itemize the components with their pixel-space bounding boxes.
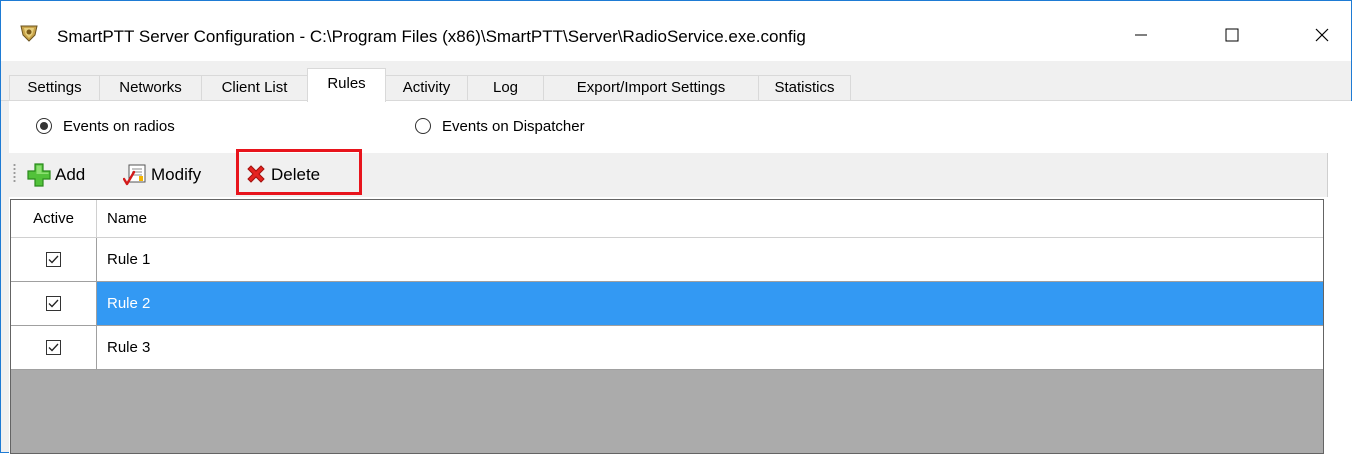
active-cell[interactable] xyxy=(11,326,97,369)
events-on-dispatcher-label: Events on Dispatcher xyxy=(442,117,585,135)
active-checkbox[interactable] xyxy=(46,252,61,267)
tab-strip: Settings Networks Client List Rules Acti… xyxy=(1,63,1351,102)
edit-list-icon xyxy=(123,164,146,186)
table-row[interactable]: Rule 2 xyxy=(11,282,1323,326)
tab-export-import-settings[interactable]: Export/Import Settings xyxy=(543,75,759,101)
title-bar[interactable]: SmartPTT Server Configuration - C:\Progr… xyxy=(1,1,1351,61)
green-plus-icon xyxy=(27,163,51,187)
delete-button-label: Delete xyxy=(271,165,321,184)
modify-button[interactable]: Modify xyxy=(123,161,201,189)
tab-activity[interactable]: Activity xyxy=(385,75,468,101)
rules-grid[interactable]: Active Name Rule 1 Rule 2 Rule 3 xyxy=(10,199,1324,454)
add-button[interactable]: Add xyxy=(27,161,85,189)
toolbar-grip-icon[interactable] xyxy=(13,163,16,183)
radio-button-selected[interactable] xyxy=(36,118,52,134)
tab-log[interactable]: Log xyxy=(467,75,544,101)
rules-toolbar: Add Modify Delete xyxy=(9,153,1328,197)
events-on-radios-label: Events on radios xyxy=(63,117,175,135)
red-x-icon xyxy=(247,165,265,183)
active-checkbox[interactable] xyxy=(46,340,61,355)
checkmark-icon xyxy=(48,343,59,352)
tab-networks[interactable]: Networks xyxy=(99,75,202,101)
delete-button[interactable]: Delete xyxy=(245,161,320,189)
tab-settings[interactable]: Settings xyxy=(9,75,100,101)
column-header-name[interactable]: Name xyxy=(97,200,147,238)
tab-statistics[interactable]: Statistics xyxy=(758,75,851,101)
app-window: SmartPTT Server Configuration - C:\Progr… xyxy=(0,0,1353,454)
modify-button-label: Modify xyxy=(151,165,202,184)
rule-name-cell[interactable]: Rule 2 xyxy=(97,282,1323,325)
checkmark-icon xyxy=(48,255,59,264)
checkmark-icon xyxy=(48,299,59,308)
events-on-radios-option[interactable]: Events on radios xyxy=(36,115,175,137)
events-on-dispatcher-option[interactable]: Events on Dispatcher xyxy=(415,115,585,137)
window-title: SmartPTT Server Configuration - C:\Progr… xyxy=(57,27,806,46)
active-cell[interactable] xyxy=(11,238,97,281)
tab-client-list[interactable]: Client List xyxy=(201,75,308,101)
radio-button-unselected[interactable] xyxy=(415,118,431,134)
rule-name-cell[interactable]: Rule 1 xyxy=(97,238,1323,281)
add-button-label: Add xyxy=(55,165,86,184)
column-header-active[interactable]: Active xyxy=(11,200,97,238)
grid-header: Active Name xyxy=(11,200,1323,238)
table-row[interactable]: Rule 1 xyxy=(11,238,1323,282)
minimize-button[interactable] xyxy=(1118,15,1164,55)
close-button[interactable] xyxy=(1299,15,1345,55)
rule-name-cell[interactable]: Rule 3 xyxy=(97,326,1323,369)
active-cell[interactable] xyxy=(11,282,97,325)
table-row[interactable]: Rule 3 xyxy=(11,326,1323,370)
maximize-button[interactable] xyxy=(1209,15,1255,55)
smartptt-app-icon xyxy=(19,23,39,43)
tab-rules[interactable]: Rules xyxy=(307,68,386,102)
active-checkbox[interactable] xyxy=(46,296,61,311)
